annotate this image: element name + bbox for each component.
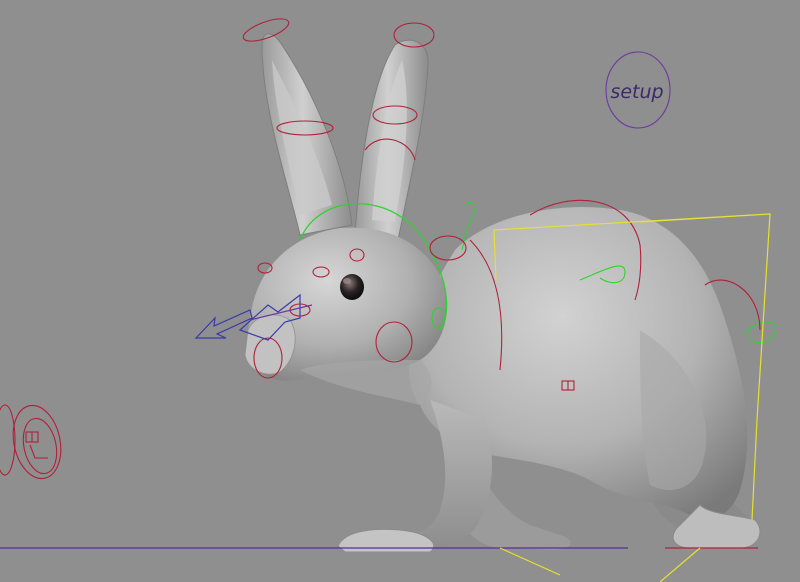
ik-hand-icon[interactable] xyxy=(25,431,48,459)
ik-hand-control-edge[interactable] xyxy=(0,404,16,476)
rabbit-front-leg-near xyxy=(340,400,492,550)
ground-yellow-control[interactable] xyxy=(499,547,701,582)
rabbit-cheek xyxy=(300,360,432,405)
rabbit-eye xyxy=(340,274,364,300)
setup-label: setup xyxy=(610,81,663,103)
rabbit-mesh-icon[interactable] xyxy=(244,33,761,553)
rabbit-eye-highlight xyxy=(343,278,351,284)
maya-viewport[interactable]: setup xyxy=(0,0,800,582)
